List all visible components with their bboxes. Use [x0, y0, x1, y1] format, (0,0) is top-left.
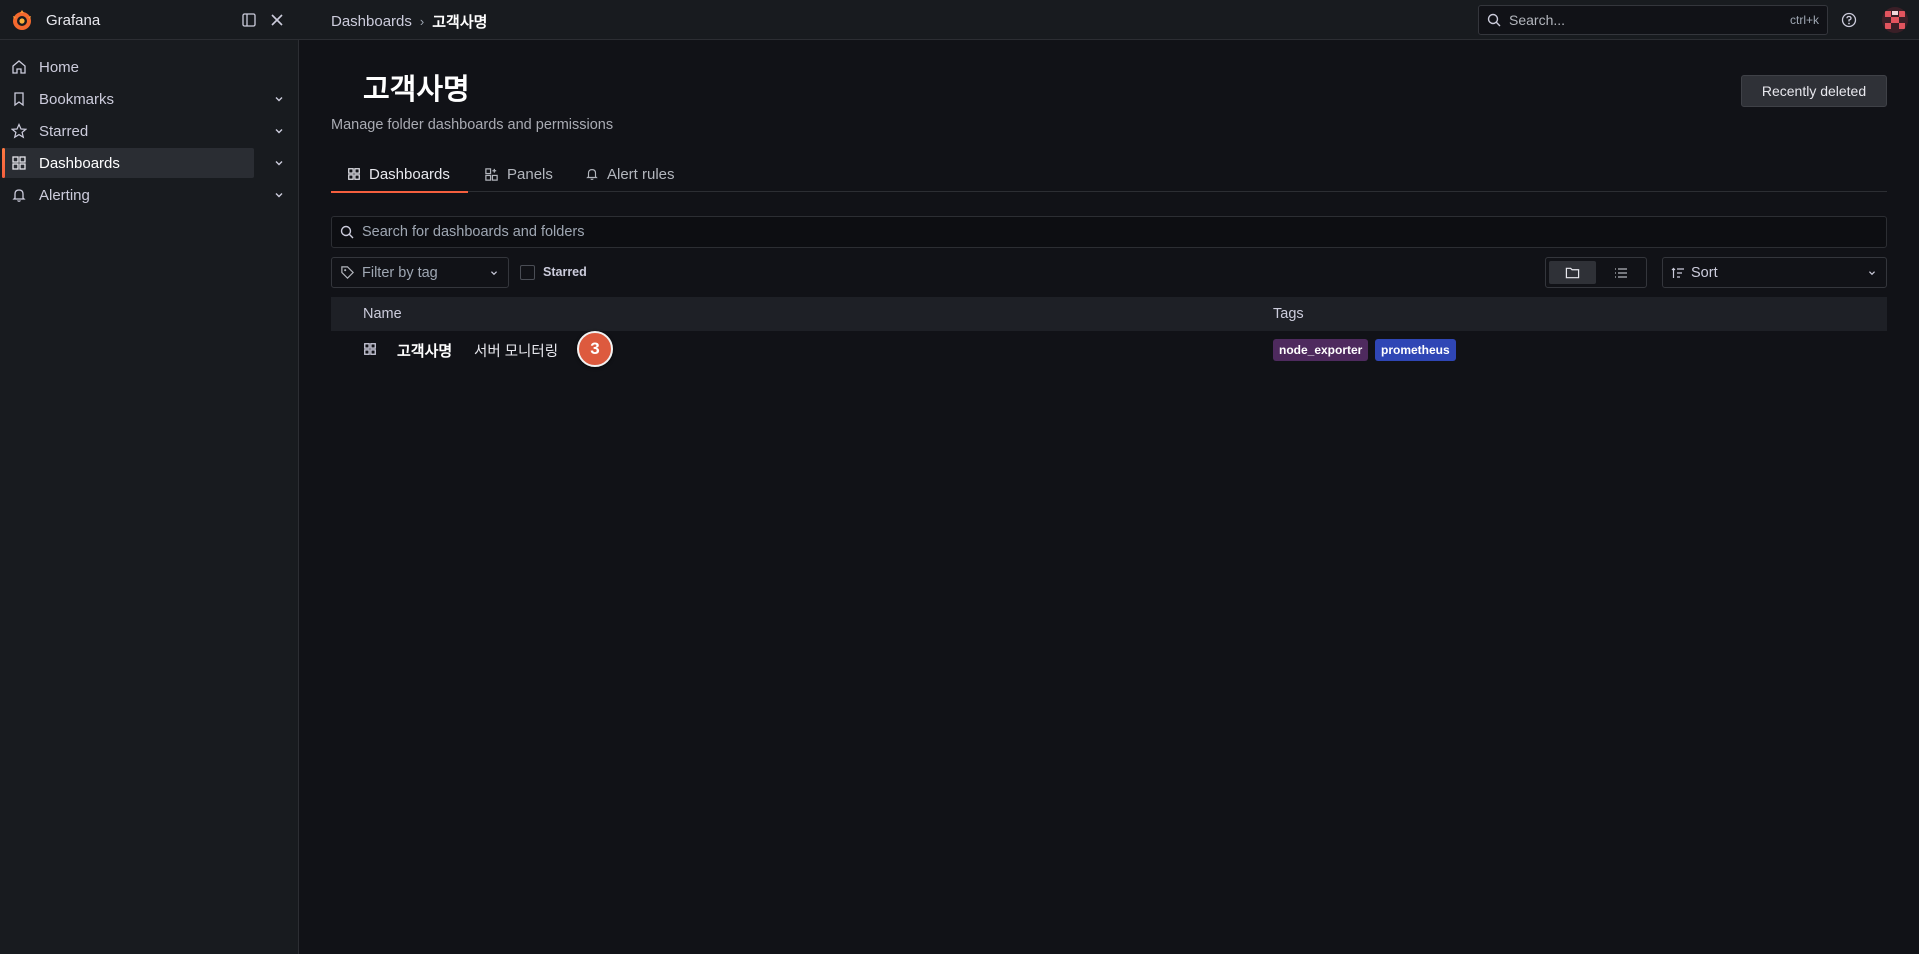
sidebar-item-label: Dashboards	[39, 155, 120, 172]
chevron-down-icon	[491, 270, 497, 275]
folder-icon	[1565, 267, 1580, 278]
chevron-down-icon[interactable]	[272, 188, 286, 202]
tab-bar: Dashboards Panels Alert rules	[331, 156, 1887, 193]
tag-node-exporter[interactable]: node_exporter	[1273, 339, 1369, 361]
sidebar-item-label: Starred	[39, 123, 89, 140]
close-icon	[271, 14, 283, 26]
page-title: 고객사명	[363, 74, 470, 106]
tab-label: Dashboards	[369, 165, 450, 183]
tab-dashboards[interactable]: Dashboards	[331, 156, 468, 193]
starred-label[interactable]: Starred	[543, 265, 587, 279]
search-placeholder: Search for dashboards and folders	[362, 224, 585, 240]
list-view-button[interactable]	[1597, 261, 1644, 284]
page-subtitle: Manage folder dashboards and permissions	[331, 117, 614, 133]
sort-label: Sort	[1691, 264, 1718, 281]
grafana-logo-icon	[13, 10, 31, 30]
folder-view-button[interactable]	[1549, 261, 1596, 284]
step-marker-badge: 3	[577, 331, 613, 367]
search-icon	[340, 225, 354, 239]
tag-filter-placeholder: Filter by tag	[362, 264, 438, 281]
sidebar: Home Bookmarks Starred Dashboards Alerti…	[0, 40, 299, 954]
chevron-down-icon[interactable]	[272, 92, 286, 106]
apps-icon	[348, 168, 360, 180]
column-header-name: Name	[363, 306, 402, 322]
dashboard-name-highlight[interactable]: 고객사명	[397, 340, 452, 361]
top-search-placeholder: Search...	[1509, 12, 1566, 28]
sidebar-item-home[interactable]: Home	[2, 52, 254, 82]
close-menu-button[interactable]	[266, 9, 288, 31]
tab-alert-rules[interactable]: Alert rules	[585, 156, 675, 192]
tab-label: Alert rules	[607, 165, 675, 183]
chevron-down-icon[interactable]	[272, 156, 286, 170]
table-header: Name Tags	[331, 297, 1887, 331]
view-toggle	[1545, 257, 1647, 288]
search-shortcut: ctrl+k	[1789, 13, 1819, 27]
sidebar-item-label: Home	[39, 59, 80, 76]
dashboard-name-rest[interactable]: 서버 모니터링	[474, 340, 558, 361]
tag-icon	[341, 266, 354, 279]
starred-checkbox[interactable]	[520, 265, 535, 280]
search-icon	[1487, 13, 1501, 27]
bell-icon	[586, 169, 598, 180]
help-button[interactable]	[1838, 9, 1860, 31]
breadcrumb: Dashboards › 고객사명	[331, 11, 487, 32]
sort-icon	[1671, 267, 1684, 278]
breadcrumb-separator: ›	[419, 14, 425, 29]
help-icon	[1841, 12, 1857, 28]
top-search-input[interactable]: Search... ctrl+k	[1478, 5, 1828, 35]
sidebar-item-label: Bookmarks	[39, 91, 115, 108]
chevron-down-icon	[1869, 270, 1875, 275]
chevron-down-icon[interactable]	[272, 124, 286, 138]
user-avatar[interactable]	[1882, 7, 1908, 33]
star-icon	[11, 123, 27, 139]
library-panel-icon	[485, 167, 498, 181]
recently-deleted-button[interactable]: Recently deleted	[1741, 75, 1887, 107]
apps-icon	[364, 343, 376, 355]
home-icon	[12, 60, 26, 74]
sort-select[interactable]: Sort	[1662, 257, 1887, 288]
top-bar: Grafana Dashboards › 고객사명 Search... ctrl…	[0, 0, 1919, 40]
table-row[interactable]: 고객사명 서버 모니터링 3 node_exporter prometheus	[331, 331, 1887, 367]
dashboard-search-input[interactable]: Search for dashboards and folders	[331, 216, 1887, 248]
bell-icon	[12, 189, 26, 202]
breadcrumb-dashboards-link[interactable]: Dashboards	[331, 13, 412, 30]
breadcrumb-current: 고객사명	[432, 14, 488, 31]
dock-icon	[242, 13, 256, 27]
tag-prometheus[interactable]: prometheus	[1375, 339, 1456, 361]
apps-icon	[12, 156, 26, 170]
tag-filter-select[interactable]: Filter by tag	[331, 257, 509, 288]
sidebar-item-bookmarks[interactable]: Bookmarks	[2, 84, 254, 114]
sidebar-item-dashboards[interactable]: Dashboards	[2, 148, 254, 178]
bookmark-icon	[14, 92, 24, 107]
tab-panels[interactable]: Panels	[484, 156, 553, 192]
sidebar-item-label: Alerting	[39, 187, 90, 204]
sidebar-item-alerting[interactable]: Alerting	[2, 180, 254, 210]
app-name: Grafana	[46, 11, 101, 29]
sidebar-item-starred[interactable]: Starred	[2, 116, 254, 146]
tab-label: Panels	[507, 165, 553, 183]
column-header-tags: Tags	[1273, 306, 1304, 322]
avatar-icon	[1882, 7, 1908, 33]
brand[interactable]: Grafana	[10, 8, 100, 32]
dock-menu-button[interactable]	[238, 9, 260, 31]
list-icon	[1614, 267, 1627, 278]
